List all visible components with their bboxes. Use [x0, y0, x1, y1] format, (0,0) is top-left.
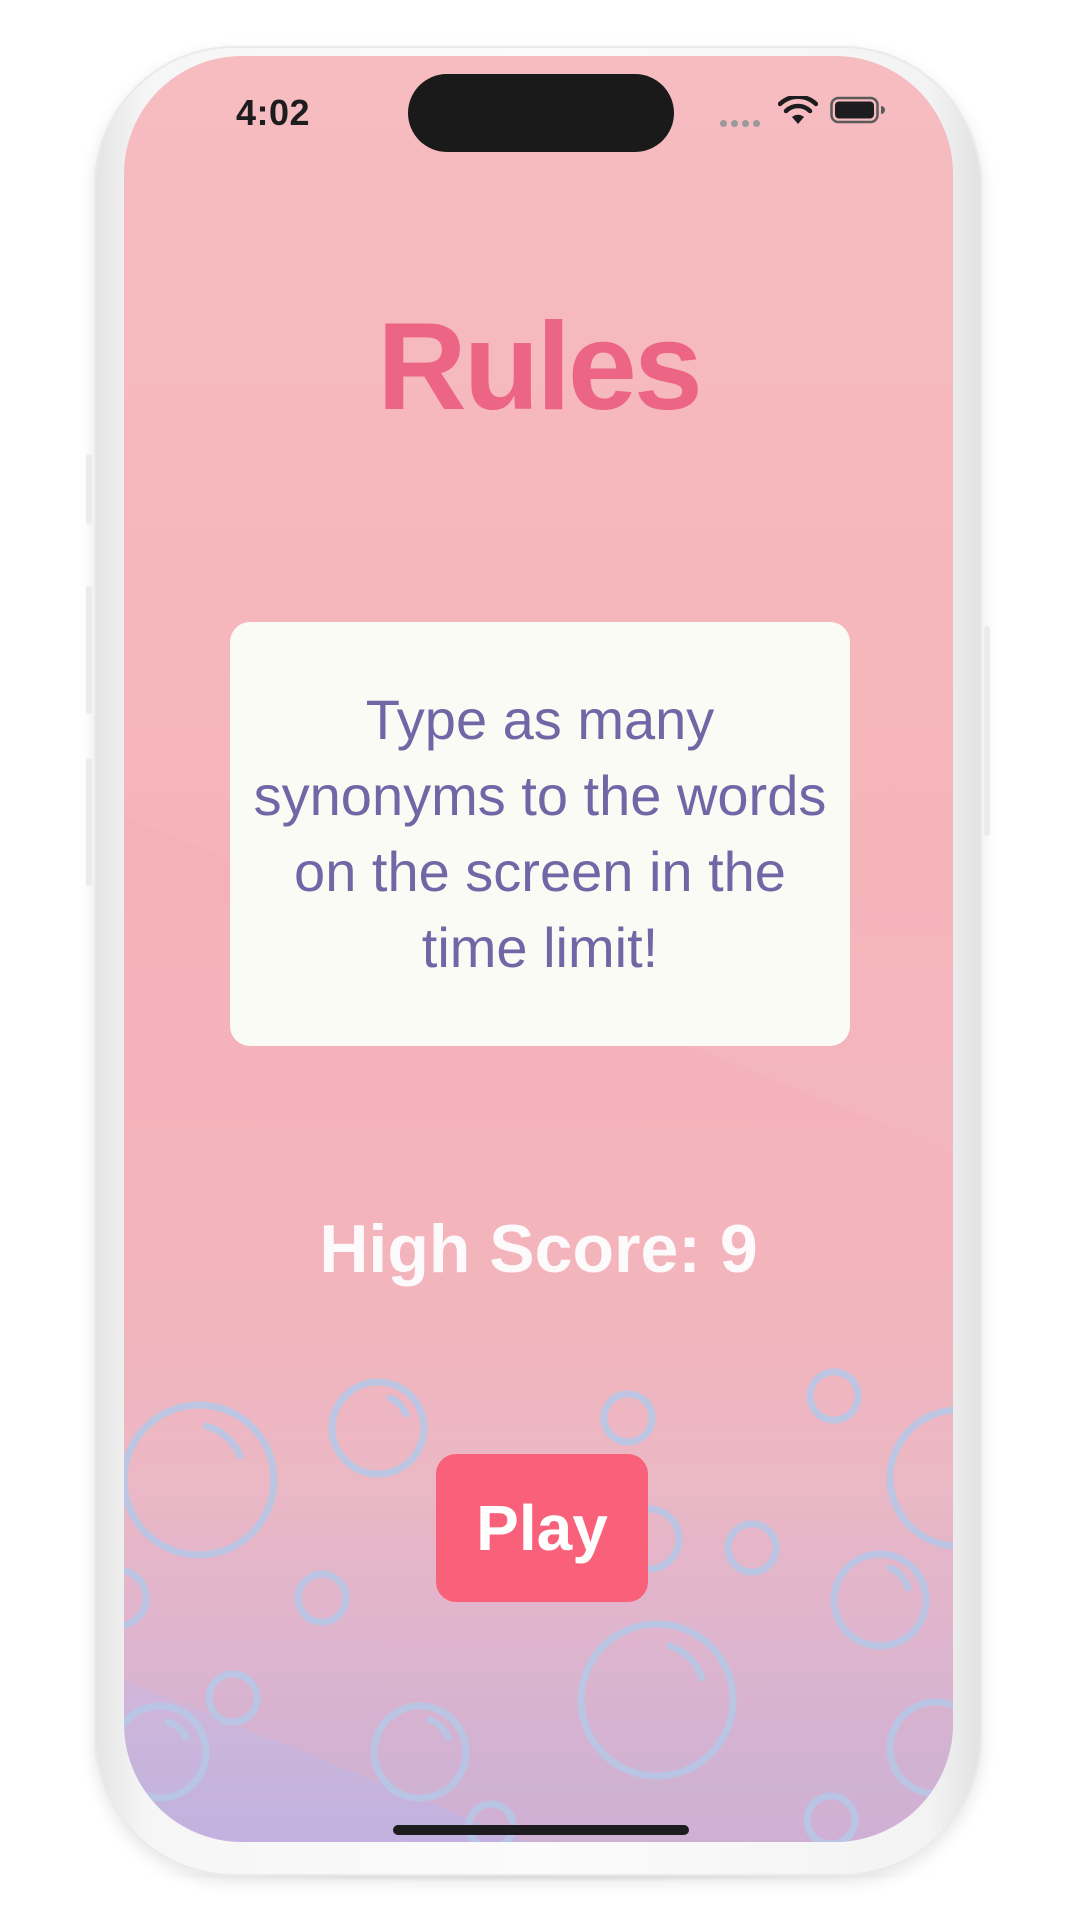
rules-description: Type as many synonyms to the words on th…	[253, 688, 827, 979]
status-time: 4:02	[236, 92, 311, 133]
bubble	[600, 1390, 656, 1446]
bubble-highlight	[202, 1422, 244, 1460]
bubble	[370, 1702, 470, 1802]
home-indicator[interactable]	[393, 1825, 689, 1835]
bubble-highlight	[386, 1394, 410, 1418]
page: 4:02 Rules Type as many synonyms to the …	[0, 0, 1080, 1920]
volume-up-button	[86, 586, 92, 714]
bubble	[886, 1406, 953, 1550]
app-screen: 4:02 Rules Type as many synonyms to the …	[124, 56, 953, 1842]
play-button[interactable]: Play	[436, 1454, 648, 1602]
power-button	[984, 626, 990, 836]
bubble	[465, 1800, 517, 1842]
page-title: Rules	[377, 298, 703, 436]
bubble	[124, 1401, 278, 1559]
action-button	[86, 454, 92, 524]
wifi-icon	[778, 96, 818, 124]
bubble-highlight	[164, 1718, 190, 1742]
bubble	[830, 1550, 930, 1650]
cellular-signal-icon	[720, 114, 764, 127]
bubble	[124, 1702, 210, 1802]
battery-icon	[830, 96, 885, 124]
bubble	[294, 1570, 350, 1626]
volume-down-button	[86, 758, 92, 886]
bubble	[886, 1698, 953, 1798]
bubble	[124, 1567, 150, 1629]
bubble	[205, 1670, 261, 1726]
bubble-highlight	[666, 1642, 706, 1682]
bubble	[803, 1792, 859, 1842]
bubble-highlight	[886, 1564, 912, 1592]
bubble	[724, 1520, 780, 1576]
bubble	[577, 1620, 737, 1780]
rules-card: Type as many synonyms to the words on th…	[230, 622, 850, 1046]
bubble	[328, 1378, 428, 1478]
high-score-label: High Score: 9	[319, 1211, 758, 1287]
dynamic-island	[408, 74, 674, 152]
bubble-highlight	[426, 1716, 452, 1742]
bubble	[806, 1368, 862, 1424]
